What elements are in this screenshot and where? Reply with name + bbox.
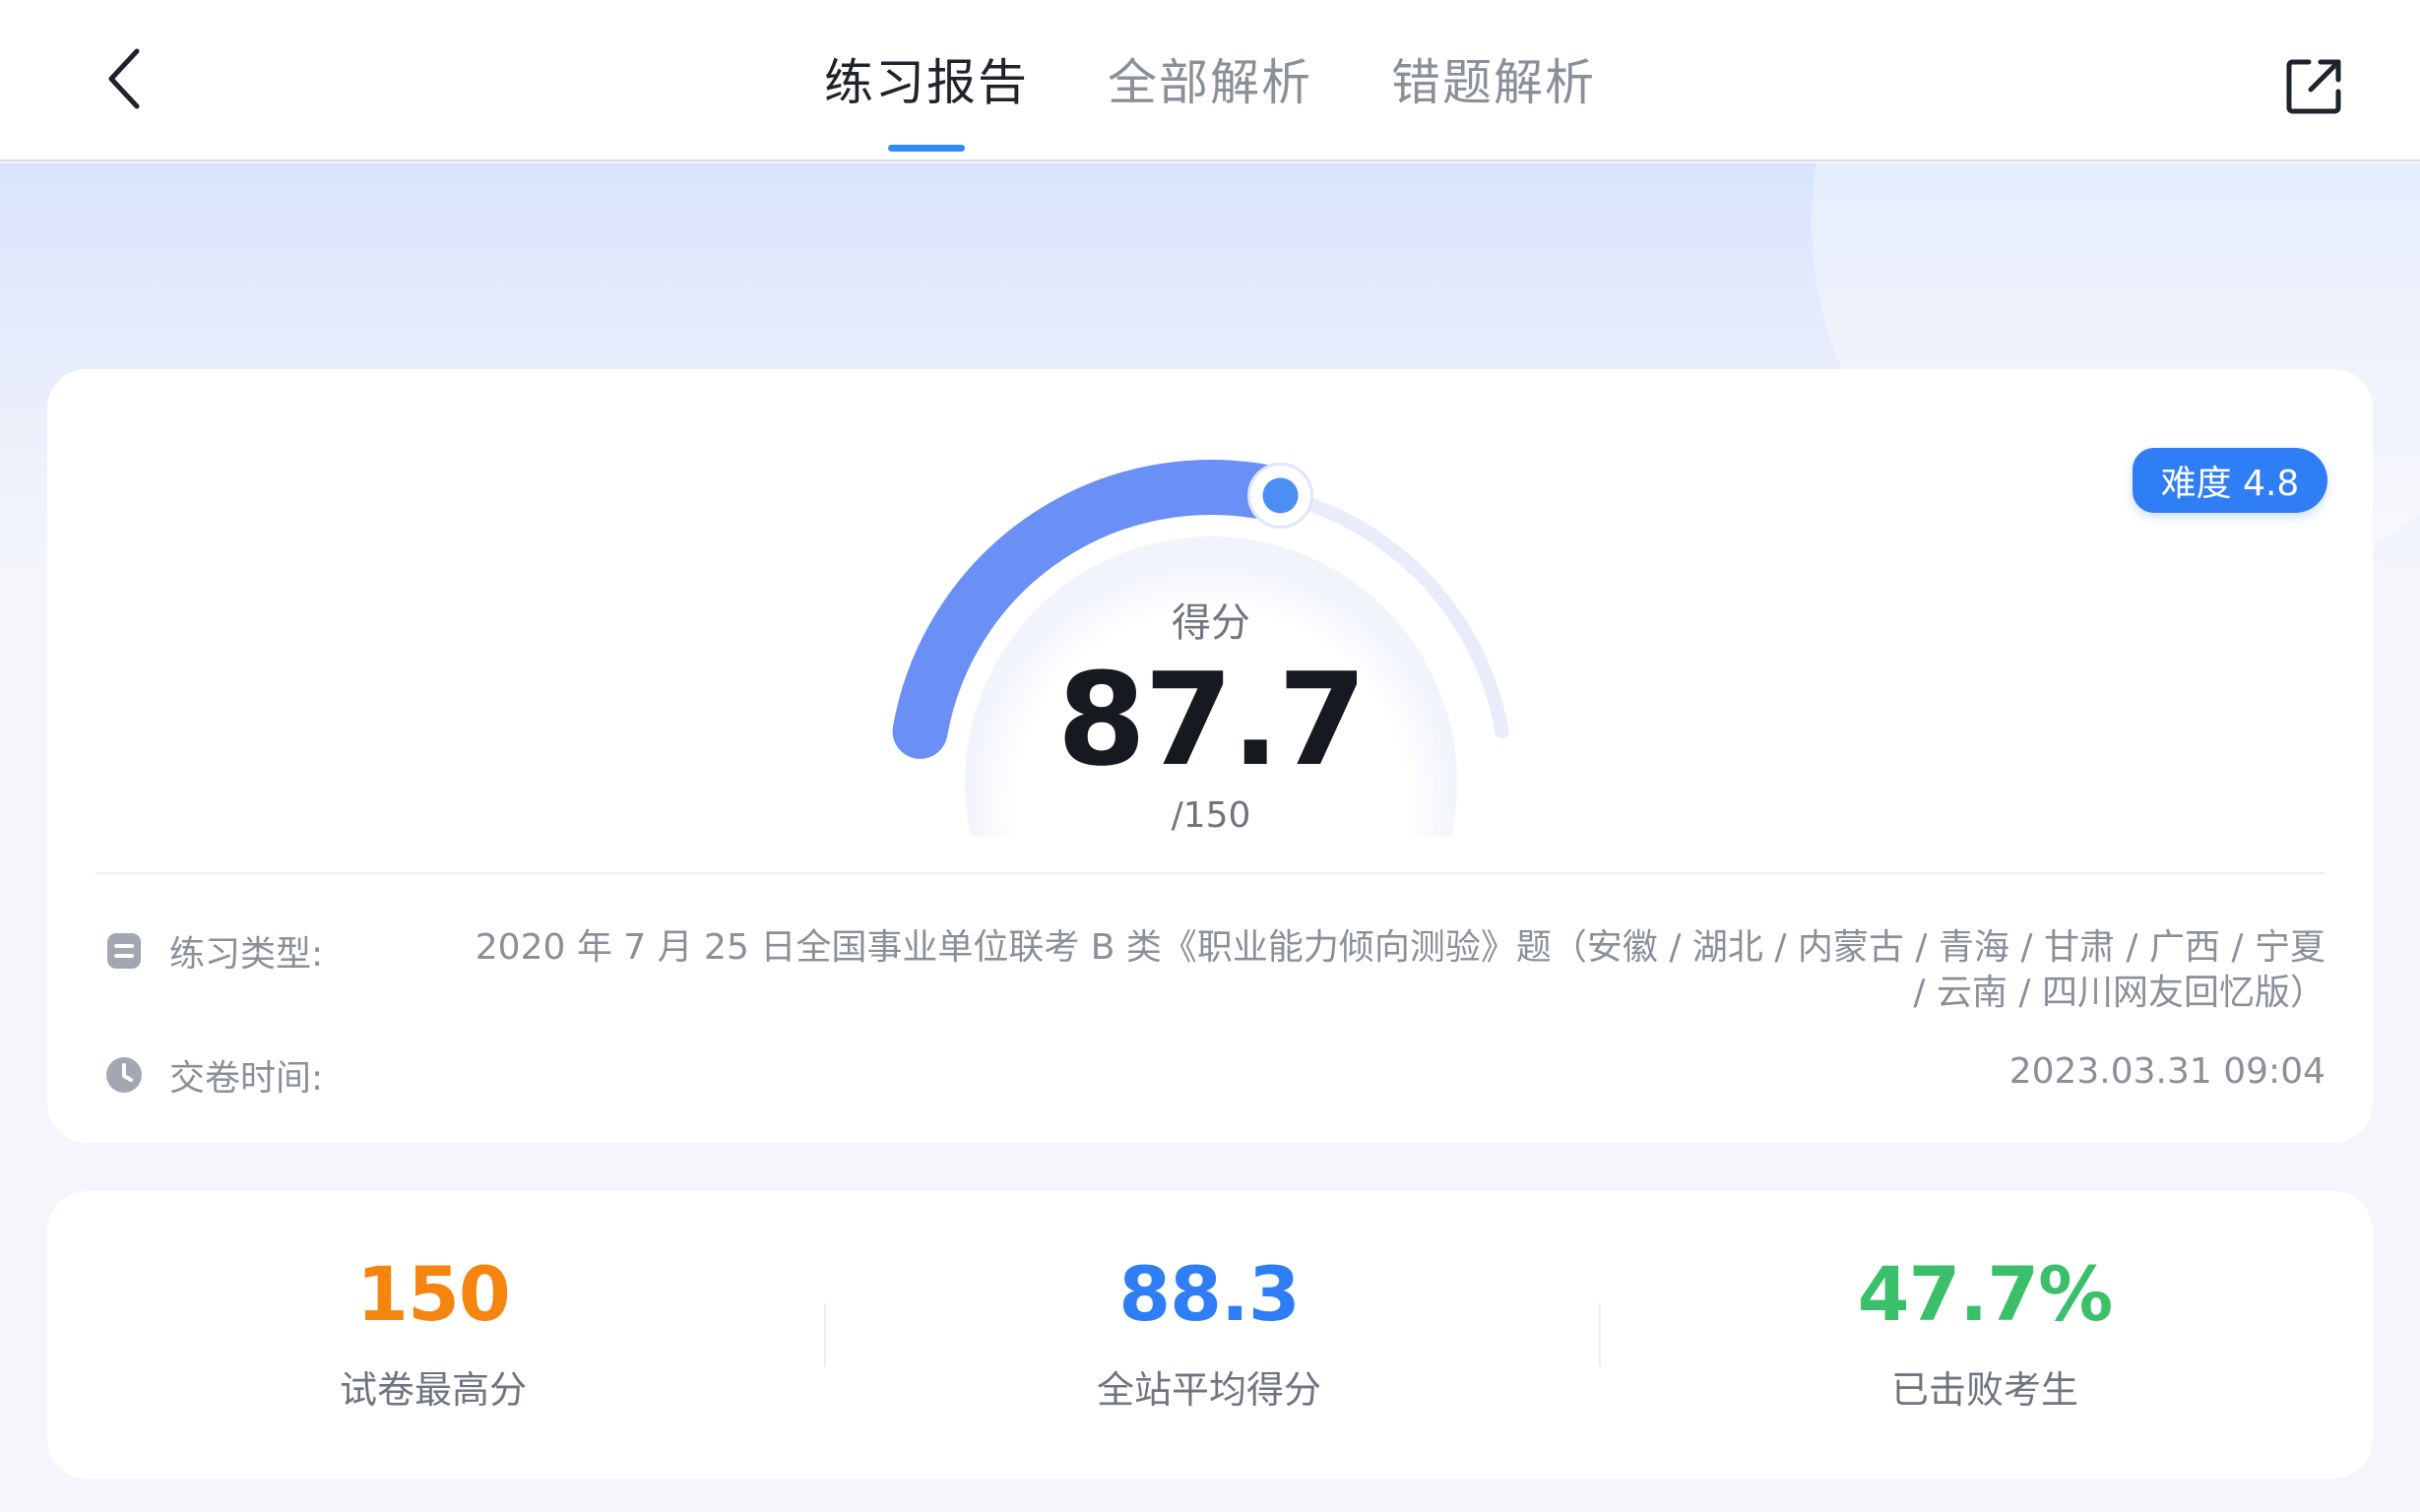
tab-bar: 练习报告 全部解析 错题解析	[0, 0, 2420, 161]
stat-beaten-ratio: 47.7% 已击败考生	[1739, 1250, 2231, 1414]
document-icon	[107, 933, 141, 969]
stat-separator	[1599, 1303, 1601, 1366]
stat-average-score: 88.3 全站平均得分	[963, 1250, 1455, 1414]
difficulty-badge-label: 难度 4.8	[2160, 464, 2300, 504]
difficulty-badge: 难度 4.8	[2133, 448, 2327, 513]
tab-label: 练习报告	[824, 54, 1029, 111]
tab-active-indicator	[888, 145, 965, 152]
clock-icon	[106, 1057, 142, 1093]
share-external-icon	[2286, 59, 2341, 114]
stat-value: 88.3	[1118, 1250, 1301, 1338]
submit-time-row: 交卷时间: 2023.03.31 09:04	[104, 1049, 2325, 1099]
practice-type-value: 2020 年 7 月 25 日全国事业单位联考 B 类《职业能力倾向测验》题（安…	[475, 927, 2325, 1013]
practice-type-label: 练习类型:	[169, 934, 324, 975]
submit-time-label: 交卷时间:	[169, 1058, 324, 1099]
share-button[interactable]	[2274, 47, 2353, 126]
score-value: 87.7	[1056, 645, 1368, 794]
stat-separator	[824, 1303, 826, 1366]
score-total: /150	[1171, 795, 1251, 836]
card-divider	[95, 872, 2325, 874]
tab-wrong-analysis[interactable]: 错题解析	[1352, 0, 1635, 161]
stat-caption: 试卷最高分	[339, 1368, 527, 1412]
stat-caption: 已击败考生	[1890, 1368, 2078, 1412]
score-label: 得分	[1172, 600, 1250, 646]
top-nav-bar: 练习报告 全部解析 错题解析	[0, 0, 2420, 161]
stat-value: 150	[356, 1250, 511, 1338]
stat-value: 47.7%	[1857, 1250, 2114, 1338]
tab-all-analysis[interactable]: 全部解析	[1068, 0, 1352, 161]
stat-highest-score: 150 试卷最高分	[187, 1250, 679, 1414]
tab-practice-report[interactable]: 练习报告	[785, 0, 1068, 161]
tab-label: 错题解析	[1391, 54, 1596, 111]
practice-type-row: 练习类型: 2020 年 7 月 25 日全国事业单位联考 B 类《职业能力倾向…	[104, 925, 2325, 1024]
tab-label: 全部解析	[1108, 54, 1312, 111]
gauge-knob	[1262, 477, 1299, 514]
stat-caption: 全站平均得分	[1096, 1368, 1321, 1412]
submit-time-value: 2023.03.31 09:04	[2008, 1051, 2325, 1092]
